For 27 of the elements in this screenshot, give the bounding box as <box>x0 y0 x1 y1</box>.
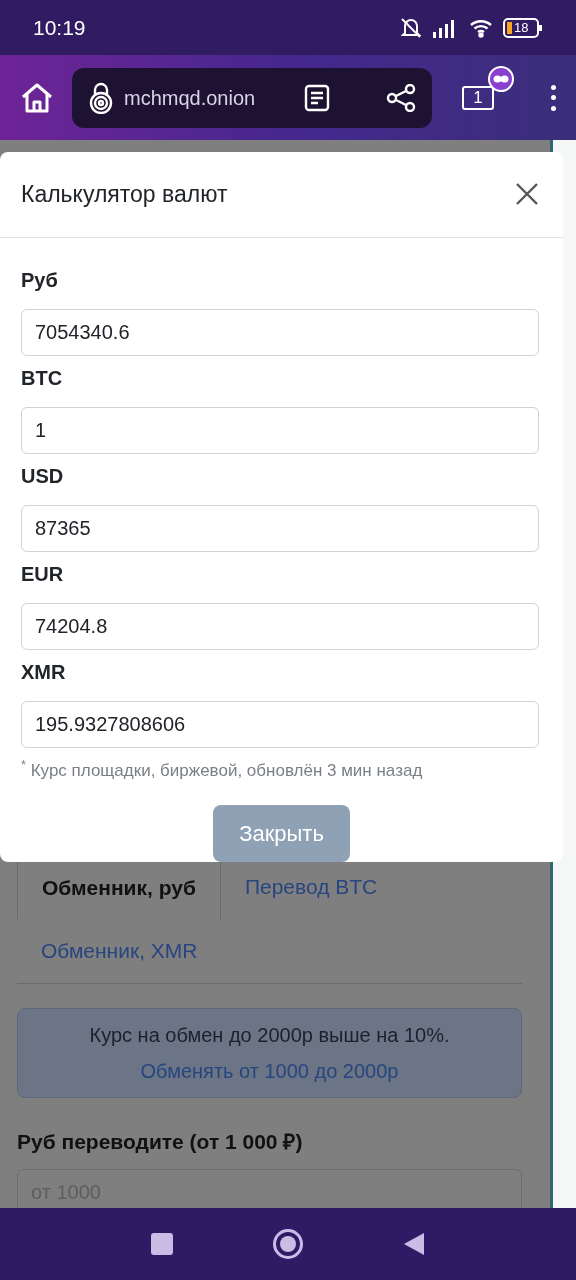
currency-input[interactable]: 87365 <box>21 504 539 552</box>
home-button-icon[interactable] <box>273 1229 303 1259</box>
wifi-icon <box>469 17 493 38</box>
dialog-title: Калькулятор валют <box>21 180 228 209</box>
url-text: mchmqd.onion <box>124 85 257 111</box>
amount-label: Руб переводите (от 1 000 ₽) <box>17 1128 304 1155</box>
currency-label: XMR <box>21 659 67 684</box>
share-icon[interactable] <box>386 83 416 112</box>
battery-level: 18 <box>514 20 529 34</box>
currency-input[interactable]: 1 <box>21 406 539 454</box>
notice-text: Курс на обмен до 2000р выше на 10%. <box>89 1022 450 1048</box>
currency-label: USD <box>21 463 65 488</box>
private-mask-icon <box>488 65 514 92</box>
onion-lock-icon <box>88 81 114 114</box>
rate-note: $^{*}$ Курс площадки, биржевой, обновлён 3 мин назад <box>21 757 424 782</box>
clock: 10:19 <box>33 14 86 41</box>
currency-label: BTC <box>21 365 64 390</box>
currency-input[interactable]: 74204.8 <box>21 602 539 650</box>
currency-label: EUR <box>21 561 65 586</box>
document-icon[interactable] <box>304 83 330 112</box>
address-bar[interactable]: mchmqd.onion <box>72 67 432 128</box>
currency-label: Руб <box>21 267 59 292</box>
back-icon[interactable] <box>403 1232 425 1256</box>
currency-input[interactable]: 195.9327808606 <box>21 700 539 748</box>
currency-input[interactable]: 7054340.6 <box>21 308 539 356</box>
battery-icon <box>503 17 543 38</box>
muted-bell-icon <box>399 16 423 39</box>
